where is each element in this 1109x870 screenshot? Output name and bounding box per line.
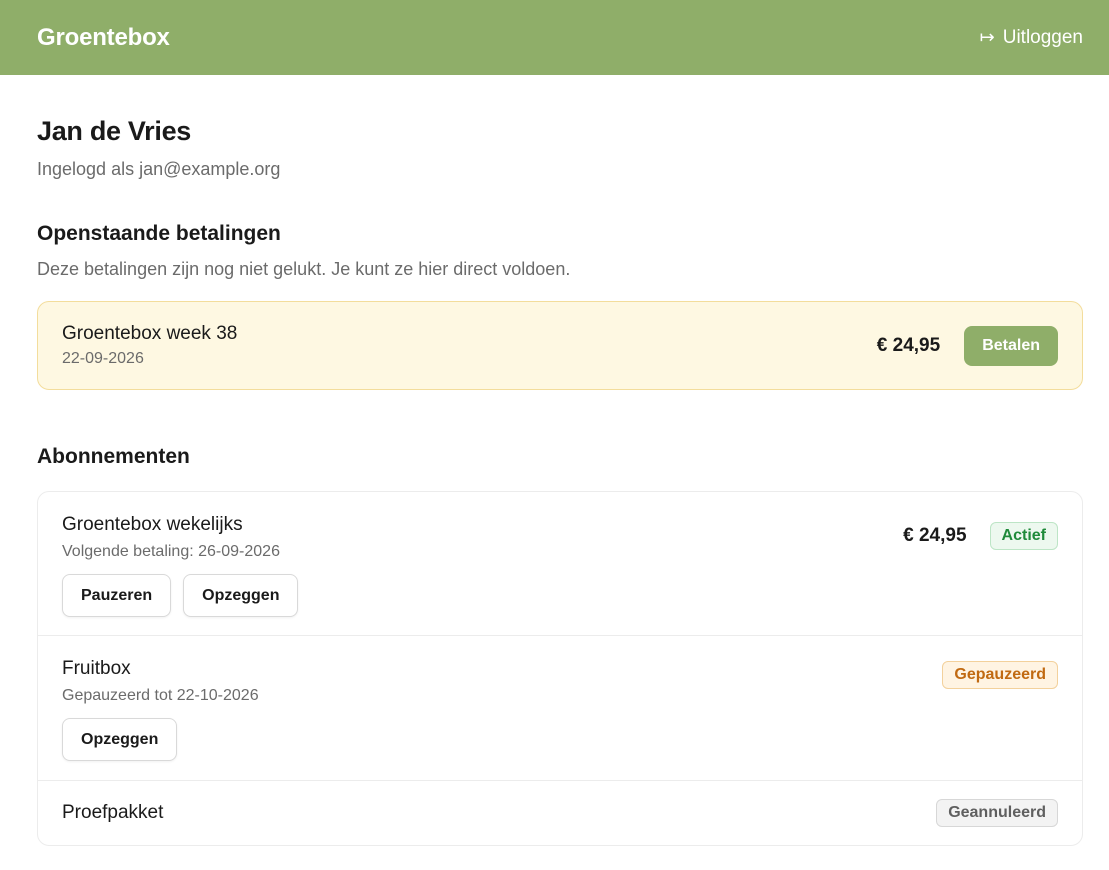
brand-logo[interactable]: Groentebox [37, 24, 170, 52]
subscription-actions: Pauzeren Opzeggen [62, 574, 1058, 617]
subscription-title: Fruitbox [62, 658, 131, 679]
subscription-info: Groentebox wekelijks Volgende betaling: … [62, 514, 280, 561]
status-badge: Gepauzeerd [942, 661, 1058, 689]
subscriptions-list: Groentebox wekelijks Volgende betaling: … [37, 491, 1083, 846]
subscription-header: Fruitbox Gepauzeerd tot 22-10-2026 Gepau… [62, 658, 1058, 705]
subscription-status-area: € 24,95 Actief [903, 522, 1058, 550]
subscriptions-title: Abonnementen [37, 445, 190, 468]
logout-label: Uitloggen [1002, 26, 1083, 48]
subscription-title: Groentebox wekelijks [62, 514, 243, 535]
cancel-subscription-button[interactable]: Opzeggen [62, 718, 178, 761]
pause-button[interactable]: Pauzeren [62, 574, 172, 617]
subscription-meta: Volgende betaling: 26-09-2026 [62, 543, 280, 560]
subscription-row: Proefpakket Geannuleerd [38, 781, 1082, 845]
cancel-subscription-button[interactable]: Opzeggen [183, 574, 299, 617]
subscription-actions: Opzeggen [62, 718, 1058, 761]
subscription-row: Fruitbox Gepauzeerd tot 22-10-2026 Gepau… [38, 636, 1082, 781]
pay-button[interactable]: Betalen [964, 325, 1058, 366]
subscription-status-area: Gepauzeerd [942, 661, 1058, 689]
payment-date: 22-09-2026 [62, 350, 144, 367]
logout-button[interactable]: ↦ Uitloggen [980, 27, 1083, 49]
main-content: Jan de Vries Ingelogd als jan@example.or… [0, 116, 1109, 846]
logged-in-as: Ingelogd als jan@example.org [37, 159, 281, 179]
payment-amount: € 24,95 [876, 334, 941, 356]
payments-title: Openstaande betalingen [37, 222, 281, 245]
subscription-meta: Gepauzeerd tot 22-10-2026 [62, 687, 259, 704]
payment-info: Groentebox week 38 22-09-2026 [62, 323, 237, 368]
subscription-info: Fruitbox Gepauzeerd tot 22-10-2026 [62, 658, 259, 705]
user-name: Jan de Vries [37, 116, 191, 146]
subscription-header: Groentebox wekelijks Volgende betaling: … [62, 514, 1058, 561]
subscription-amount: € 24,95 [903, 525, 967, 546]
logout-icon: ↦ [979, 27, 995, 48]
status-badge: Geannuleerd [936, 799, 1058, 827]
payments-description: Deze betalingen zijn nog niet gelukt. Je… [37, 259, 571, 279]
subscription-row: Groentebox wekelijks Volgende betaling: … [38, 492, 1082, 636]
payment-card: Groentebox week 38 22-09-2026 € 24,95 Be… [37, 301, 1083, 390]
top-bar: Groentebox ↦ Uitloggen [0, 0, 1109, 75]
subscription-title: Proefpakket [62, 802, 164, 823]
payment-actions: € 24,95 Betalen [876, 325, 1058, 366]
payment-title: Groentebox week 38 [62, 323, 238, 344]
status-badge: Actief [989, 522, 1058, 550]
